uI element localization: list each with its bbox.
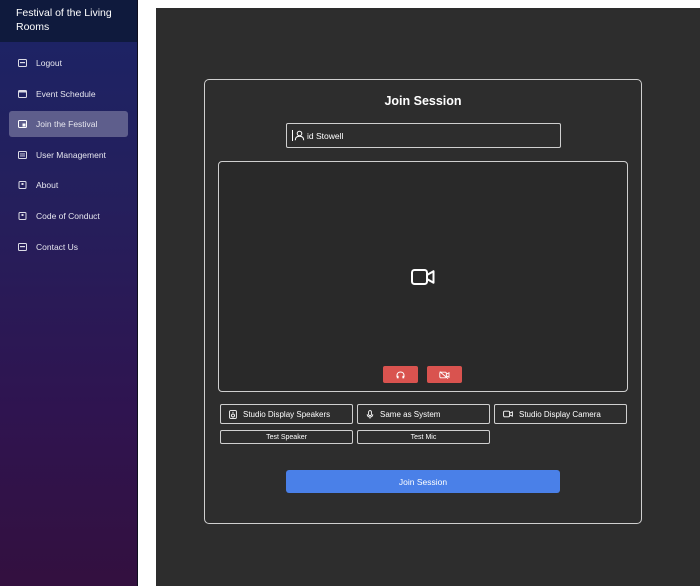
camera-icon bbox=[503, 410, 513, 418]
logout-icon bbox=[18, 59, 27, 67]
video-camera-icon bbox=[411, 268, 435, 291]
text-cursor bbox=[292, 130, 293, 141]
users-icon bbox=[18, 150, 27, 159]
speaker-select-label: Studio Display Speakers bbox=[243, 409, 331, 419]
sidebar-item-label: Contact Us bbox=[36, 241, 79, 252]
main-panel: Join Session id Stowell Studio Display S… bbox=[156, 8, 700, 586]
sidebar-item-event-schedule[interactable]: Event Schedule bbox=[9, 81, 128, 107]
sidebar-item-label: Event Schedule bbox=[36, 88, 96, 99]
microphone-icon bbox=[366, 409, 374, 419]
join-icon bbox=[18, 120, 27, 129]
video-preview bbox=[218, 161, 628, 392]
audio-toggle-button[interactable] bbox=[383, 366, 418, 383]
join-session-button[interactable]: Join Session bbox=[286, 470, 560, 493]
headphones-icon bbox=[396, 370, 405, 379]
user-icon bbox=[294, 130, 305, 141]
info-icon bbox=[18, 181, 27, 190]
sidebar: Festival of the Living Rooms Logout Even… bbox=[0, 0, 138, 586]
sidebar-item-contact-us[interactable]: Contact Us bbox=[9, 234, 128, 260]
sidebar-item-label: Logout bbox=[36, 58, 62, 68]
sidebar-item-user-management[interactable]: User Management bbox=[9, 142, 128, 168]
gutter bbox=[138, 0, 156, 586]
app-brand: Festival of the Living Rooms bbox=[0, 0, 137, 42]
sidebar-item-label: User Management bbox=[36, 149, 106, 160]
speaker-icon bbox=[229, 409, 237, 419]
join-session-card: Join Session id Stowell Studio Display S… bbox=[204, 79, 642, 524]
sidebar-item-code-of-conduct[interactable]: Code of Conduct bbox=[9, 203, 128, 229]
sidebar-item-label: About bbox=[36, 180, 59, 191]
video-toggle-button[interactable] bbox=[427, 366, 462, 383]
sidebar-item-about[interactable]: About bbox=[9, 172, 128, 198]
sidebar-item-join-the-festival[interactable]: Join the Festival bbox=[9, 111, 128, 138]
sidebar-nav: Logout Event Schedule Join the Festival … bbox=[0, 42, 137, 260]
sidebar-item-logout[interactable]: Logout bbox=[9, 50, 128, 76]
document-icon bbox=[18, 211, 27, 220]
sidebar-item-label: Join the Festival bbox=[36, 119, 98, 130]
card-title: Join Session bbox=[384, 94, 462, 108]
camera-select-button[interactable]: Studio Display Camera bbox=[494, 404, 627, 424]
test-mic-button[interactable]: Test Mic bbox=[357, 430, 490, 444]
microphone-select-label: Same as System bbox=[380, 409, 441, 419]
camera-select-label: Studio Display Camera bbox=[519, 409, 601, 419]
display-name-input[interactable] bbox=[305, 130, 535, 141]
test-speaker-button[interactable]: Test Speaker bbox=[220, 430, 353, 444]
calendar-icon bbox=[18, 89, 27, 98]
mail-icon bbox=[18, 242, 27, 251]
video-off-icon bbox=[439, 370, 450, 379]
speaker-select-button[interactable]: Studio Display Speakers bbox=[220, 404, 353, 424]
microphone-select-button[interactable]: Same as System bbox=[357, 404, 490, 424]
sidebar-item-label: Code of Conduct bbox=[36, 210, 100, 221]
display-name-field[interactable] bbox=[286, 123, 561, 148]
